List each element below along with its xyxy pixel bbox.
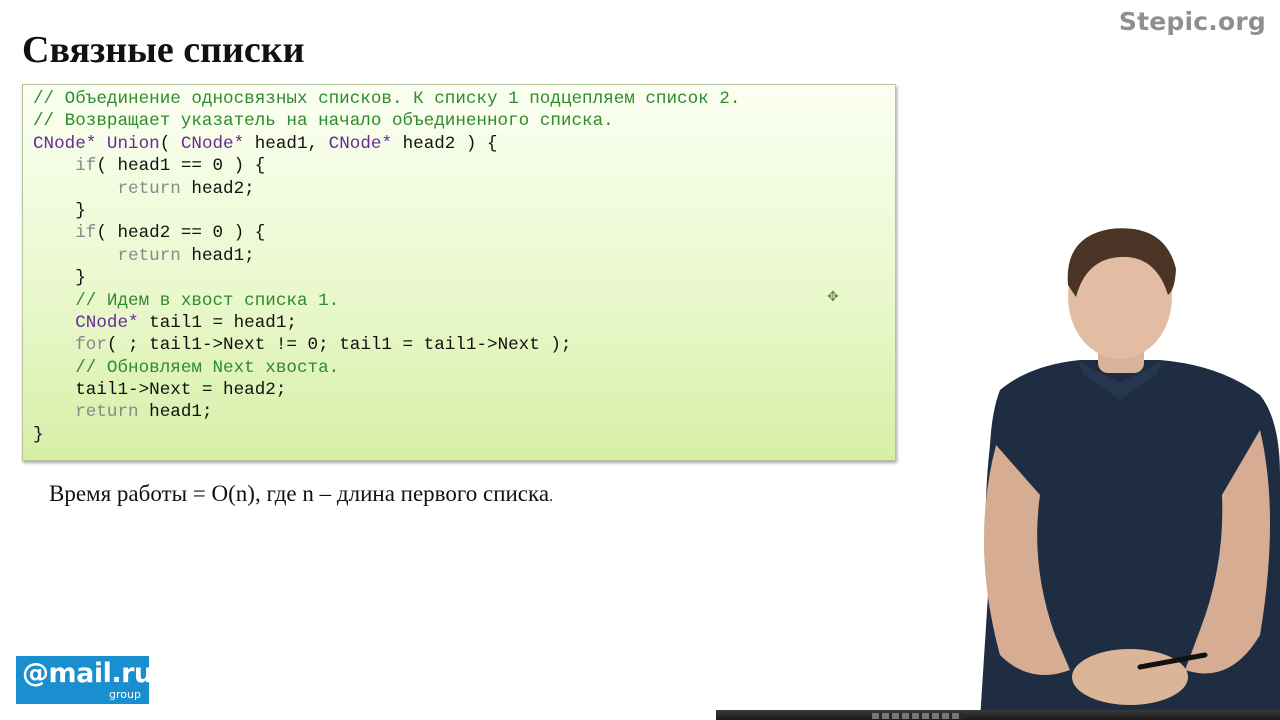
code-token: } xyxy=(33,200,86,221)
logo-wordmark: @mail.ru xyxy=(22,658,153,689)
code-line: if( head1 == 0 ) { xyxy=(33,155,895,177)
code-token: CNode* xyxy=(328,133,393,154)
slide-title: Связные списки xyxy=(22,29,305,71)
code-line: } xyxy=(33,267,895,289)
code-token: ( head2 == 0 ) { xyxy=(96,223,266,244)
code-line: return head2; xyxy=(33,178,895,200)
mail-ru-group-logo: @mail.ru group xyxy=(16,656,153,704)
code-line: return head1; xyxy=(33,245,895,267)
stepic-watermark: Stepic.org xyxy=(1118,7,1266,36)
code-token: for xyxy=(75,335,107,356)
code-token: // Объединение односвязных списков. К сп… xyxy=(33,89,741,109)
code-token: } xyxy=(33,268,86,289)
code-line: if( head2 == 0 ) { xyxy=(33,222,895,244)
code-line: tail1->Next = head2; xyxy=(33,379,895,401)
code-line: // Объединение односвязных списков. К сп… xyxy=(33,88,895,110)
code-block: // Объединение односвязных списков. К сп… xyxy=(22,84,896,461)
code-token: CNode* Union xyxy=(33,133,160,154)
code-line: // Идем в хвост списка 1. xyxy=(33,290,895,312)
presenter-hands xyxy=(1072,649,1188,705)
code-token: head1; xyxy=(180,245,255,266)
code-line: // Возвращает указатель на начало объеди… xyxy=(33,110,895,132)
code-token: CNode* xyxy=(180,133,245,154)
code-token: } xyxy=(33,424,44,445)
code-token: head1; xyxy=(138,402,213,423)
code-token: return xyxy=(117,245,181,266)
logo-subtext: group xyxy=(109,688,141,701)
code-token: // Обновляем Next хвоста. xyxy=(75,357,340,378)
move-cursor-icon: ✥ xyxy=(827,289,839,305)
code-line: } xyxy=(33,424,895,446)
code-token: if xyxy=(75,223,97,244)
code-line: for( ; tail1->Next != 0; tail1 = tail1->… xyxy=(33,334,895,356)
keyboard xyxy=(872,713,962,719)
code-token: ( ; tail1->Next != 0; tail1 = tail1->Nex… xyxy=(106,335,572,356)
caption-period: . xyxy=(549,488,554,505)
code-token: CNode* xyxy=(75,312,139,333)
code-token: // Возвращает указатель на начало объеди… xyxy=(33,111,614,132)
caption-text: Время работы = O(n), где n – длина перво… xyxy=(49,481,550,506)
code-token: ( xyxy=(159,133,181,154)
code-token: return xyxy=(117,178,181,199)
code-token: head2; xyxy=(180,178,255,199)
code-token: if xyxy=(75,156,97,177)
complexity-caption: Время работы = O(n), где n – длина перво… xyxy=(49,480,553,511)
presenter-video xyxy=(980,228,1280,720)
code-token: head2 ) { xyxy=(392,133,498,154)
code-token: tail1->Next = head2; xyxy=(33,380,287,401)
code-token: return xyxy=(75,402,139,423)
code-line: // Обновляем Next хвоста. xyxy=(33,357,895,379)
code-token: tail1 = head1; xyxy=(138,312,297,333)
desk-edge xyxy=(716,710,1280,720)
code-line: CNode* Union( CNode* head1, CNode* head2… xyxy=(33,133,895,155)
code-token: ( head1 == 0 ) { xyxy=(96,156,266,177)
code-token: // Идем в хвост списка 1. xyxy=(75,290,340,311)
code-line: CNode* tail1 = head1; xyxy=(33,312,895,334)
code-line: } xyxy=(33,200,895,222)
code-line: return head1; xyxy=(33,401,895,423)
code-token: head1, xyxy=(244,133,329,154)
